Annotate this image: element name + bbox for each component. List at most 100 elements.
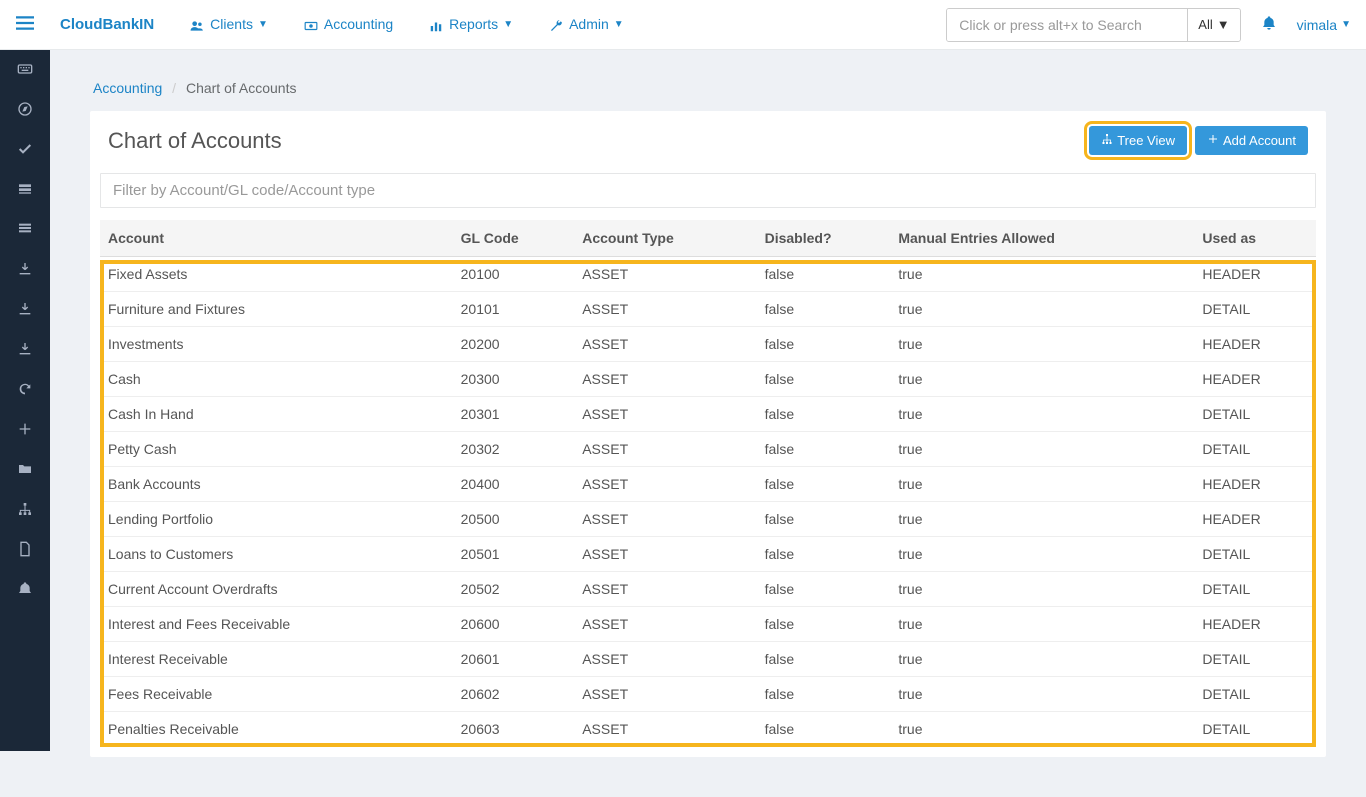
cell-type: ASSET — [574, 327, 756, 362]
th-manual[interactable]: Manual Entries Allowed — [890, 220, 1194, 257]
table-row[interactable]: Petty Cash20302ASSETfalsetrueDETAIL — [100, 432, 1316, 467]
side-individual-collection[interactable] — [0, 210, 50, 250]
tree-view-button[interactable]: Tree View — [1089, 126, 1187, 155]
file-icon — [17, 541, 33, 560]
cell-account: Furniture and Fixtures — [100, 292, 453, 327]
nav-accounting-label: Accounting — [324, 16, 393, 32]
table-row[interactable]: Lending Portfolio20500ASSETfalsetrueHEAD… — [100, 502, 1316, 537]
cell-disabled: false — [757, 502, 891, 537]
side-nav[interactable] — [0, 90, 50, 130]
cell-used: DETAIL — [1194, 712, 1316, 747]
cell-account: Bank Accounts — [100, 467, 453, 502]
cell-used: HEADER — [1194, 257, 1316, 292]
cell-account: Current Account Overdrafts — [100, 572, 453, 607]
main-nav: Clients ▼ Accounting Reports ▼ Admin ▼ — [174, 6, 639, 42]
th-gl[interactable]: GL Code — [453, 220, 575, 257]
cell-type: ASSET — [574, 537, 756, 572]
side-download1[interactable] — [0, 250, 50, 290]
nav-accounting[interactable]: Accounting — [288, 6, 408, 42]
caret-down-icon: ▼ — [258, 19, 268, 30]
table-row[interactable]: Interest and Fees Receivable20600ASSETfa… — [100, 607, 1316, 642]
table-row[interactable]: Furniture and Fixtures20101ASSETfalsetru… — [100, 292, 1316, 327]
cell-manual: true — [890, 467, 1194, 502]
side-bell[interactable] — [0, 570, 50, 610]
cell-disabled: false — [757, 677, 891, 712]
cell-gl: 20603 — [453, 712, 575, 747]
th-used[interactable]: Used as — [1194, 220, 1316, 257]
individual-collection-icon — [17, 221, 33, 240]
search-scope-label: All — [1198, 17, 1212, 32]
nav-reports[interactable]: Reports ▼ — [413, 6, 528, 42]
cell-manual: true — [890, 677, 1194, 712]
refresh-icon — [17, 381, 33, 400]
table-row[interactable]: Loans to Customers20501ASSETfalsetrueDET… — [100, 537, 1316, 572]
download-icon — [17, 341, 33, 360]
nav-admin[interactable]: Admin ▼ — [533, 6, 639, 42]
table-row[interactable]: Cash In Hand20301ASSETfalsetrueDETAIL — [100, 397, 1316, 432]
side-download2[interactable] — [0, 290, 50, 330]
table-row[interactable]: Cash20300ASSETfalsetrueHEADER — [100, 362, 1316, 397]
side-accruals[interactable] — [0, 370, 50, 410]
notifications-button[interactable] — [1241, 15, 1297, 34]
cell-type: ASSET — [574, 677, 756, 712]
cell-manual: true — [890, 502, 1194, 537]
table-row[interactable]: Penalties Receivable20603ASSETfalsetrueD… — [100, 712, 1316, 747]
nav-admin-label: Admin — [569, 16, 609, 32]
cell-used: DETAIL — [1194, 572, 1316, 607]
table-row[interactable]: Fixed Assets20100ASSETfalsetrueHEADER — [100, 257, 1316, 292]
side-file[interactable] — [0, 530, 50, 570]
sitemap-icon — [1101, 133, 1113, 148]
search-scope-button[interactable]: All ▼ — [1187, 9, 1239, 41]
th-account[interactable]: Account — [100, 220, 453, 257]
caret-down-icon: ▼ — [1217, 17, 1230, 32]
breadcrumb-separator: / — [166, 80, 182, 96]
side-chart[interactable] — [0, 490, 50, 530]
side-keyboard[interactable] — [0, 50, 50, 90]
content: Accounting / Chart of Accounts Chart of … — [50, 50, 1366, 797]
add-account-button[interactable]: Add Account — [1195, 126, 1308, 155]
left-sidebar — [0, 50, 50, 751]
table-row[interactable]: Bank Accounts20400ASSETfalsetrueHEADER — [100, 467, 1316, 502]
accounts-table: Account GL Code Account Type Disabled? M… — [100, 220, 1316, 747]
search-group: All ▼ — [946, 8, 1240, 42]
side-collection[interactable] — [0, 170, 50, 210]
th-type[interactable]: Account Type — [574, 220, 756, 257]
table-row[interactable]: Interest Receivable20601ASSETfalsetrueDE… — [100, 642, 1316, 677]
cell-disabled: false — [757, 397, 891, 432]
panel: Chart of Accounts Tree View Add Account — [90, 111, 1326, 757]
table-row[interactable]: Investments20200ASSETfalsetrueHEADER — [100, 327, 1316, 362]
cell-account: Cash — [100, 362, 453, 397]
filter-input[interactable] — [100, 173, 1316, 208]
cell-gl: 20602 — [453, 677, 575, 712]
table-row[interactable]: Current Account Overdrafts20502ASSETfals… — [100, 572, 1316, 607]
search-input[interactable] — [947, 9, 1187, 41]
cell-disabled: false — [757, 607, 891, 642]
cell-gl: 20500 — [453, 502, 575, 537]
cell-used: DETAIL — [1194, 397, 1316, 432]
breadcrumb-parent[interactable]: Accounting — [93, 80, 162, 96]
cell-manual: true — [890, 397, 1194, 432]
user-menu[interactable]: vimala ▼ — [1297, 17, 1351, 33]
table-row[interactable]: Fees Receivable20602ASSETfalsetrueDETAIL — [100, 677, 1316, 712]
th-disabled[interactable]: Disabled? — [757, 220, 891, 257]
cell-account: Penalties Receivable — [100, 712, 453, 747]
money-icon — [303, 16, 319, 32]
plus-icon — [1207, 133, 1219, 148]
side-download3[interactable] — [0, 330, 50, 370]
cell-manual: true — [890, 257, 1194, 292]
nav-clients[interactable]: Clients ▼ — [174, 6, 283, 42]
collection-sheet-icon — [17, 181, 33, 200]
cell-gl: 20400 — [453, 467, 575, 502]
cell-type: ASSET — [574, 397, 756, 432]
bell-icon — [1261, 18, 1277, 34]
cell-used: DETAIL — [1194, 677, 1316, 712]
brand[interactable]: CloudBankIN — [50, 16, 174, 33]
cell-account: Interest Receivable — [100, 642, 453, 677]
cell-used: DETAIL — [1194, 432, 1316, 467]
menu-toggle[interactable] — [0, 0, 50, 50]
side-journal[interactable] — [0, 410, 50, 450]
side-folder[interactable] — [0, 450, 50, 490]
cell-manual: true — [890, 607, 1194, 642]
side-checker[interactable] — [0, 130, 50, 170]
caret-down-icon: ▼ — [503, 19, 513, 30]
